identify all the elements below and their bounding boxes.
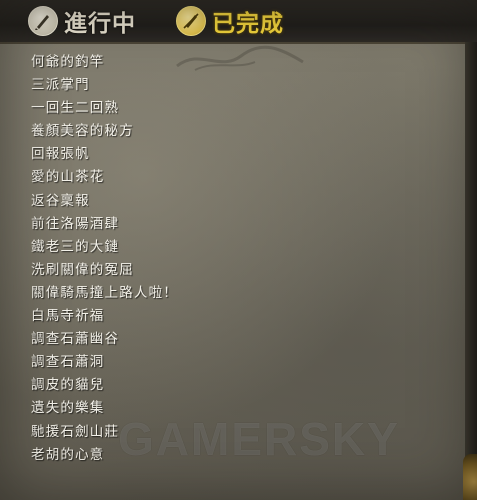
quest-item[interactable]: 返谷稟報 (31, 190, 178, 213)
brush-slash-icon (176, 6, 206, 36)
quest-item[interactable]: 三派掌門 (31, 74, 178, 97)
quest-item[interactable]: 回報張帆 (31, 143, 178, 166)
quest-item[interactable]: 鐵老三的大鏈 (31, 236, 178, 259)
quest-item[interactable]: 洗刷關偉的冤屈 (31, 259, 178, 282)
quest-item[interactable]: 關偉騎馬撞上路人啦！ (31, 282, 178, 305)
brush-icon (28, 6, 58, 36)
quest-item[interactable]: 白馬寺祈福 (31, 305, 178, 328)
site-watermark: GAMERSKY (118, 413, 400, 465)
quest-item[interactable]: 調皮的貓兒 (31, 374, 178, 397)
tab-in-progress-label: 進行中 (64, 10, 136, 37)
tab-completed-label: 已完成 (212, 10, 284, 37)
quest-item[interactable]: 前往洛陽酒肆 (31, 213, 178, 236)
quest-item[interactable]: 何爺的釣竿 (31, 51, 178, 74)
quest-item[interactable]: 愛的山茶花 (31, 166, 178, 189)
tab-in-progress[interactable]: 進行中 (28, 4, 136, 38)
ink-decoration (176, 45, 304, 71)
corner-ornament (463, 454, 477, 500)
quest-item[interactable]: 調查石蕭洞 (31, 351, 178, 374)
completed-quest-list: 何爺的釣竿 三派掌門 一回生二回熟 養顏美容的秘方 回報張帆 愛的山茶花 返谷稟… (31, 51, 178, 467)
tab-completed[interactable]: 已完成 (176, 4, 284, 38)
quest-item[interactable]: 一回生二回熟 (31, 97, 178, 120)
panel-right-border (465, 42, 477, 500)
quest-item[interactable]: 養顏美容的秘方 (31, 120, 178, 143)
quest-tab-bar: 進行中 已完成 (0, 0, 477, 44)
quest-item[interactable]: 調查石蕭幽谷 (31, 328, 178, 351)
